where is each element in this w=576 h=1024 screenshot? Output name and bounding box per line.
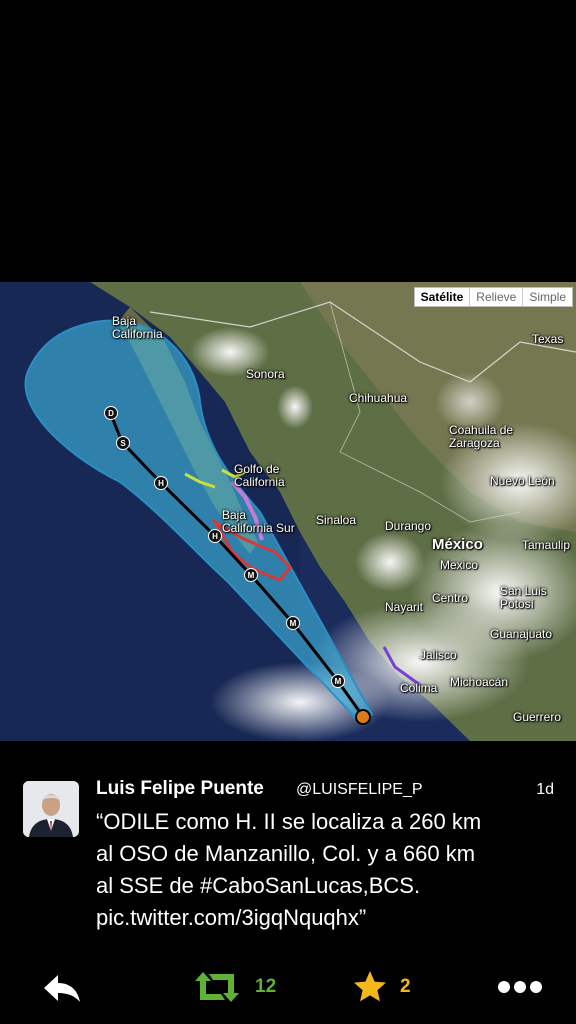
tweet-text-line: “ODILE como H. II se localiza a 260 km — [96, 809, 482, 834]
map-label-mexico: México — [432, 536, 483, 553]
storm-current-position — [355, 709, 371, 725]
tweet-timestamp: 1d — [536, 781, 554, 798]
tweet-actions: 12 2 — [0, 965, 576, 1010]
tweet-text-line: al OSO de Manzanillo, Col. y a 660 km — [96, 841, 476, 866]
favorite-button[interactable]: 2 — [352, 969, 411, 1005]
map-label-texas: Texas — [532, 332, 564, 346]
star-icon — [354, 971, 386, 1002]
map-label-coahuila: Coahuila de Zaragoza — [449, 423, 514, 450]
map-label-chihuahua: Chihuahua — [349, 391, 408, 405]
map-label-sinaloa: Sinaloa — [316, 513, 357, 527]
favorite-count: 2 — [400, 976, 411, 997]
tweet-text-line: al SSE de #CaboSanLucas,BCS. — [96, 873, 421, 898]
map-label-guanajuato: Guanajuato — [490, 627, 553, 641]
retweet-icon — [195, 972, 239, 1002]
track-marker: S — [116, 436, 130, 450]
tweet-text-line[interactable]: pic.twitter.com/3igqNquqhx” — [96, 902, 556, 934]
map-label-durango: Durango — [385, 519, 432, 533]
track-marker: M — [331, 674, 345, 688]
map-label-golfo: Golfo de California — [234, 462, 285, 489]
map-label-jalisco: Jalisco — [420, 648, 457, 662]
track-marker: D — [104, 406, 118, 420]
track-marker: H — [154, 476, 168, 490]
retweet-count: 12 — [255, 976, 277, 997]
map-label-baja-sur: Baja California Sur — [222, 508, 295, 535]
map-label-nuevo-leon: Nuevo León — [490, 474, 555, 488]
map-label-sonora: Sonora — [246, 367, 285, 381]
map-label-mexico-state: Mexico — [440, 558, 479, 572]
more-icon — [498, 981, 542, 993]
reply-button[interactable] — [40, 971, 84, 1005]
reply-icon — [44, 975, 80, 1002]
tweet-text: “ODILE como H. II se localiza a 260 km a… — [96, 806, 556, 934]
map-label-colima: Colima — [400, 681, 438, 695]
more-button[interactable] — [497, 979, 543, 995]
retweet-button[interactable]: 12 — [191, 969, 276, 1005]
map-type-simple-button[interactable]: Simple — [522, 288, 572, 306]
map-label-baja-california: Baja California — [112, 314, 163, 341]
track-marker: M — [286, 616, 300, 630]
map-type-relief-button[interactable]: Relieve — [469, 288, 522, 306]
profile-photo — [23, 781, 79, 837]
map-label-centro: Centro — [432, 591, 469, 605]
map-type-satellite-button[interactable]: Satélite — [415, 288, 470, 306]
tweet-author-name[interactable]: Luis Felipe Puente — [96, 778, 264, 800]
map-label-nayarit: Nayarit — [385, 600, 424, 614]
track-marker: M — [244, 568, 258, 582]
tweet-author-handle[interactable]: @LUISFELIPE_P — [296, 781, 423, 799]
map-label-san-luis: San Luis Potosí — [500, 584, 547, 611]
avatar[interactable] — [23, 781, 79, 837]
map-type-control: Satélite Relieve Simple — [413, 287, 573, 307]
map-label-tamaulipas: Tamaulip — [522, 538, 571, 552]
map-label-michoacan: Michoacán — [450, 675, 509, 689]
hurricane-map[interactable]: D S H H M M M Texas Baja California Sono… — [0, 282, 576, 741]
map-label-guerrero: Guerrero — [513, 710, 562, 724]
track-marker: H — [208, 529, 222, 543]
